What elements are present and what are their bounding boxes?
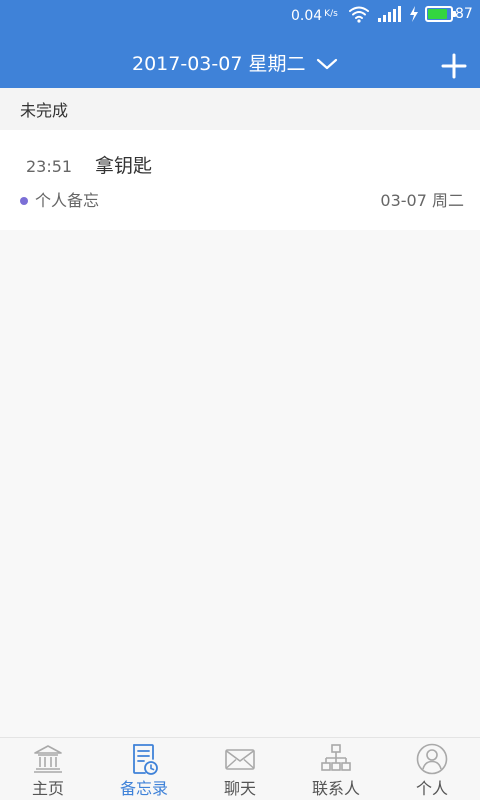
memo-title: 拿钥匙 <box>95 155 153 177</box>
tab-memo[interactable]: 备忘录 <box>96 738 192 800</box>
tab-label-profile: 个人 <box>415 779 448 798</box>
plus-icon <box>441 53 467 79</box>
section-title: 未完成 <box>20 101 69 120</box>
status-bar: 0.04 K/s 87 <box>0 0 480 30</box>
memo-item[interactable]: 23:51 拿钥匙 个人备忘 03-07 周二 <box>0 130 480 230</box>
memo-date: 03-07 周二 <box>380 191 464 210</box>
envelope-icon <box>225 749 255 770</box>
tab-label-contacts: 联系人 <box>311 779 360 798</box>
network-speed-unit: K/s <box>324 9 338 19</box>
network-speed-value: 0.04 <box>291 8 323 24</box>
category-dot <box>20 197 28 205</box>
memo-time: 23:51 <box>26 157 73 176</box>
header: 0.04 K/s 87 2017-03-07 星期二 <box>0 0 480 88</box>
battery-fill <box>428 9 448 19</box>
user-icon <box>416 743 448 775</box>
charging-icon <box>410 6 418 22</box>
add-button[interactable] <box>438 50 470 82</box>
battery-level: 87 <box>455 6 473 22</box>
section-header: 未完成 <box>0 88 480 130</box>
tab-label-memo: 备忘录 <box>119 779 168 798</box>
tab-profile[interactable]: 个人 <box>384 738 480 800</box>
tab-home[interactable]: 主页 <box>0 738 96 800</box>
org-chart-icon <box>321 744 351 771</box>
chevron-down-icon <box>317 58 338 70</box>
tab-label-chat: 聊天 <box>223 779 256 798</box>
tab-chat[interactable]: 聊天 <box>192 738 288 800</box>
tab-label-home: 主页 <box>31 779 64 798</box>
network-speed: 0.04 K/s <box>291 6 338 24</box>
bottom-tab-bar: 主页 备忘录 聊天 联系人 个人 <box>0 737 480 800</box>
tab-contacts[interactable]: 联系人 <box>288 738 384 800</box>
date-selector[interactable]: 2017-03-07 星期二 <box>132 50 339 78</box>
battery-icon <box>425 6 456 22</box>
date-label: 2017-03-07 星期二 <box>132 53 306 75</box>
memo-category: 个人备忘 <box>35 191 100 210</box>
signal-icon <box>378 6 401 22</box>
bank-icon <box>34 745 62 773</box>
wifi-icon <box>349 6 369 23</box>
memo-clock-icon <box>133 744 158 775</box>
